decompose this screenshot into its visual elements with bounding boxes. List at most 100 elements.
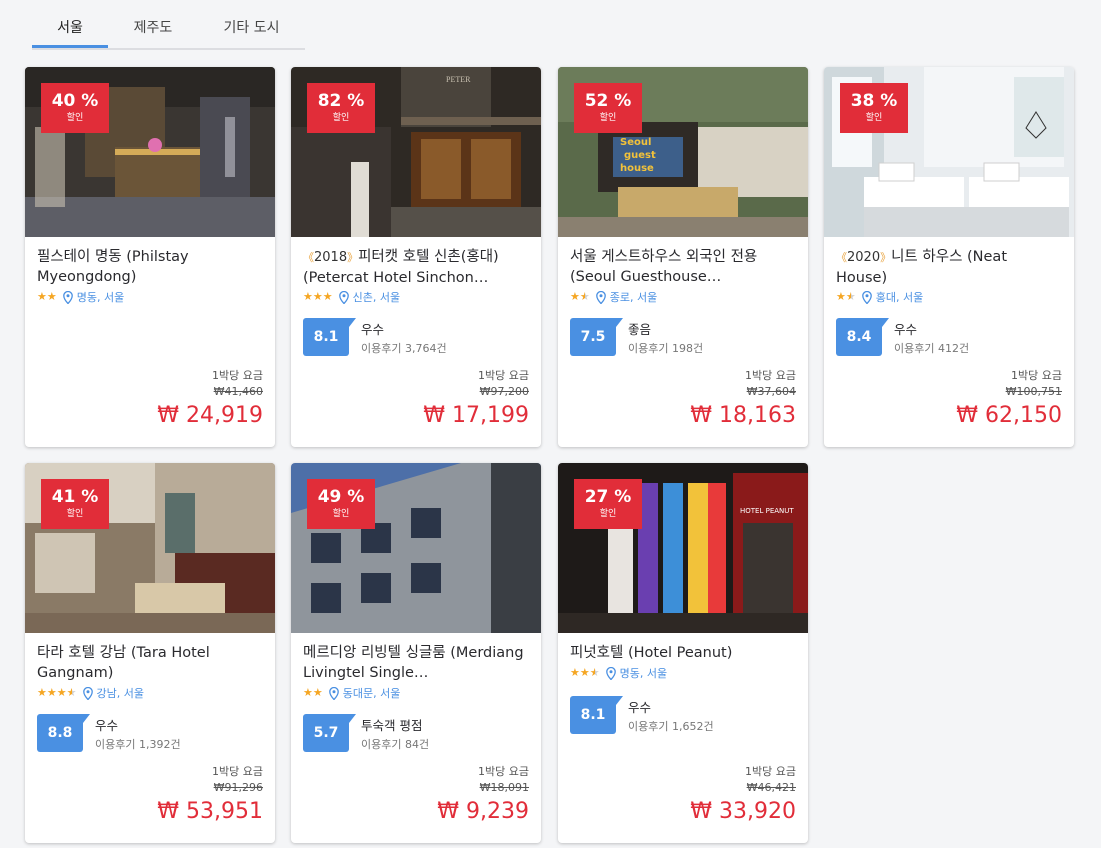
discounted-price: ₩ 17,199 [423,403,529,428]
sign-text-guest: guest [624,150,656,161]
discount-label: 할인 [332,113,350,123]
discount-badge: 41 % 할인 [41,479,109,529]
year-laurel-icon: 》 [880,251,892,264]
review-grade: 투숙객 평점 [361,718,423,733]
discount-label: 할인 [865,113,883,123]
hotel-location[interactable]: 홍대, 서울 [876,289,923,305]
discount-label: 할인 [599,113,617,123]
hotel-meta: ★ ★ 동대문, 서울 [303,685,400,701]
hotel-card[interactable]: 40 % 할인 필스테이 명동 (Philstay Myeongdong) ★ ★… [25,67,275,447]
sign-text-house: house [620,163,654,174]
tab-other-cities[interactable]: 기타 도시 [198,12,305,48]
hotel-photo: 38 % 할인 [824,67,1074,237]
review-score: 7.5 [570,318,623,356]
year-laurel-icon: 《 [836,251,847,264]
star-icon: ★ [56,686,67,699]
review-count[interactable]: 이용후기 3,764건 [361,340,447,356]
hotel-sign-text: PETER [446,75,471,84]
hotel-card[interactable]: 49 % 할인 메르디앙 리빙텔 싱글룸 (Merdiang Livingtel… [291,463,541,843]
location-pin-icon [338,290,349,304]
location-pin-icon [62,290,73,304]
price-label: 1박당 요금 [1011,369,1062,382]
discount-percent: 27 % [584,487,632,507]
original-price: ₩100,751 [1005,385,1062,398]
star-rating: ★ ★ [570,290,590,304]
review-count[interactable]: 이용후기 84건 [361,736,429,752]
hotel-name[interactable]: 필스테이 명동 (Philstay Myeongdong) [37,247,263,287]
original-price: ₩97,200 [479,385,529,398]
star-icon: ★ [37,686,47,699]
price-label: 1박당 요금 [478,765,529,778]
review-count[interactable]: 이용후기 1,652건 [628,718,714,734]
hotel-name[interactable]: 《2018》피터캣 호텔 신촌(홍대) (Petercat Hotel Sinc… [303,247,529,287]
review-grade: 우수 [361,322,385,337]
hotel-meta: ★ ★ 종로, 서울 [570,289,657,305]
review-score: 8.1 [303,318,356,356]
hotel-meta: ★ ★ ★ 신촌, 서울 [303,289,400,305]
hotel-card[interactable]: 41 % 할인 타라 호텔 강남 (Tara Hotel Gangnam) ★ ★… [25,463,275,843]
discount-badge: 27 % 할인 [574,479,642,529]
hotel-meta: ★ ★ ★ ★ 강남, 서울 [37,685,144,701]
review-count[interactable]: 이용후기 198건 [628,340,703,356]
star-half-icon: ★ [579,290,590,303]
discounted-price: ₩ 53,951 [157,799,263,824]
hotel-photo: HOTEL PEANUT 27 % 할인 [558,463,808,633]
hotel-card[interactable]: 38 % 할인 《2020》니트 하우스 (Neat House) ★ ★ 홍대,… [824,67,1074,447]
discount-percent: 38 % [850,91,898,111]
hotel-card[interactable]: PETER 82 % 할인 《2018》피터캣 호텔 신촌(홍대) (Peter… [291,67,541,447]
review-score: 8.8 [37,714,90,752]
year-laurel-icon: 《 [303,251,314,264]
hotel-card[interactable]: Seoul guest house 52 % 할인 서울 게스트하우스 외국인 … [558,67,808,447]
original-price: ₩37,604 [746,385,796,398]
hotel-location[interactable]: 명동, 서울 [620,665,667,681]
hotel-location[interactable]: 명동, 서울 [77,289,124,305]
hotel-photo: 49 % 할인 [291,463,541,633]
discount-badge: 52 % 할인 [574,83,642,133]
original-price: ₩91,296 [213,781,263,794]
location-pin-icon [605,666,616,680]
price-label: 1박당 요금 [745,765,796,778]
award-year: 2020 [847,250,881,265]
hotel-photo: Seoul guest house 52 % 할인 [558,67,808,237]
hotel-name[interactable]: 피넛호텔 (Hotel Peanut) [570,643,796,663]
review-count[interactable]: 이용후기 1,392건 [95,736,181,752]
discount-badge: 82 % 할인 [307,83,375,133]
star-icon: ★ [303,290,313,303]
review-grade: 우수 [95,718,119,733]
hotel-photo: PETER 82 % 할인 [291,67,541,237]
star-icon: ★ [579,666,590,679]
hotel-location[interactable]: 강남, 서울 [97,685,144,701]
hotel-location[interactable]: 종로, 서울 [610,289,657,305]
original-price: ₩18,091 [479,781,529,794]
hotel-location[interactable]: 동대문, 서울 [343,685,401,701]
hotel-meta: ★ ★ 명동, 서울 [37,289,124,305]
star-icon: ★ [836,290,846,303]
hotel-location[interactable]: 신촌, 서울 [353,289,400,305]
star-rating: ★ ★ [303,686,323,700]
tab-jeju[interactable]: 제주도 [108,12,198,48]
discounted-price: ₩ 33,920 [690,799,796,824]
hotel-name[interactable]: 메르디앙 리빙텔 싱글룸 (Merdiang Livingtel Single… [303,643,529,683]
discount-percent: 52 % [584,91,632,111]
hotel-sign-text: HOTEL PEANUT [740,507,794,515]
location-pin-icon [328,686,339,700]
hotel-name[interactable]: 《2020》니트 하우스 (Neat House) [836,247,1062,287]
discount-percent: 40 % [51,91,99,111]
discount-percent: 49 % [317,487,365,507]
location-pin-icon [861,290,872,304]
discounted-price: ₩ 9,239 [437,799,529,824]
discounted-price: ₩ 62,150 [956,403,1062,428]
hotel-photo: 40 % 할인 [25,67,275,237]
star-icon: ★ [303,686,313,699]
review-count[interactable]: 이용후기 412건 [894,340,969,356]
discount-badge: 38 % 할인 [840,83,908,133]
star-rating: ★ ★ ★ [303,290,333,304]
tab-seoul[interactable]: 서울 [32,12,108,48]
discount-label: 할인 [66,509,84,519]
price-label: 1박당 요금 [212,369,263,382]
hotel-name[interactable]: 서울 게스트하우스 외국인 전용 (Seoul Guesthouse… [570,247,796,287]
hotel-name[interactable]: 타라 호텔 강남 (Tara Hotel Gangnam) [37,643,263,683]
hotel-card[interactable]: HOTEL PEANUT 27 % 할인 피넛호텔 (Hotel Peanut)… [558,463,808,843]
price-label: 1박당 요금 [212,765,263,778]
location-pin-icon [82,686,93,700]
